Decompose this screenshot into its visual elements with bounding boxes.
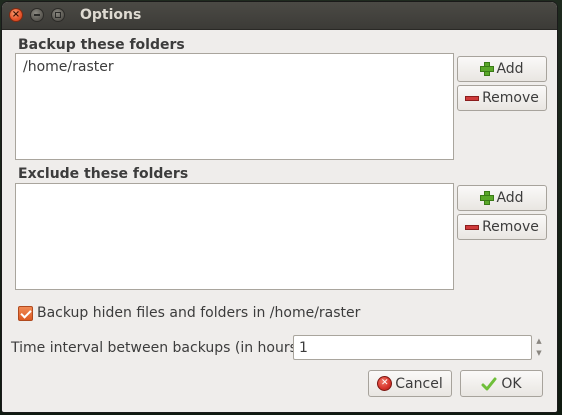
exclude-remove-button[interactable]: Remove (457, 214, 547, 240)
cancel-button-label: Cancel (395, 375, 443, 392)
spin-up-button[interactable]: ▲ (532, 336, 546, 348)
maximize-button[interactable] (51, 8, 65, 22)
backup-remove-button[interactable]: Remove (457, 85, 547, 111)
remove-button-label: Remove (482, 90, 539, 106)
minimize-button[interactable] (30, 8, 44, 22)
list-item[interactable]: /home/raster (16, 54, 453, 75)
titlebar: × Options (2, 2, 557, 30)
plus-icon (480, 62, 495, 76)
plus-icon (480, 191, 495, 205)
backup-add-button[interactable]: Add (457, 56, 547, 82)
maximize-icon (55, 12, 61, 18)
ok-button-label: OK (501, 375, 522, 392)
window-title: Options (80, 7, 142, 23)
backup-hidden-checkbox[interactable] (18, 306, 33, 321)
close-icon: × (11, 9, 21, 20)
options-dialog: × Options Backup these folders /home/ras… (2, 2, 557, 412)
checkmark-icon (481, 376, 497, 392)
close-button[interactable]: × (9, 8, 23, 22)
minimize-icon (34, 14, 40, 16)
backup-folders-list[interactable]: /home/raster (15, 53, 454, 160)
remove-button-label: Remove (482, 219, 539, 235)
cancel-icon: ✕ (377, 376, 393, 391)
ok-button[interactable]: OK (460, 370, 543, 397)
interval-label: Time interval between backups (in hours)… (11, 340, 308, 356)
exclude-folders-list[interactable] (15, 183, 454, 290)
cancel-button[interactable]: ✕ Cancel (368, 370, 452, 397)
interval-spin-buttons: ▲ ▼ (532, 336, 546, 359)
minus-icon (465, 95, 480, 101)
exclude-folders-label: Exclude these folders (18, 166, 189, 182)
add-button-label: Add (496, 61, 524, 77)
backup-hidden-label[interactable]: Backup hiden files and folders in /home/… (37, 305, 360, 321)
minus-icon (465, 224, 480, 230)
spin-down-button[interactable]: ▼ (532, 348, 546, 360)
backup-folders-label: Backup these folders (18, 37, 185, 53)
interval-spin-input[interactable] (293, 335, 532, 360)
exclude-add-button[interactable]: Add (457, 185, 547, 211)
checkmark-icon (19, 306, 32, 319)
add-button-label: Add (496, 190, 524, 206)
